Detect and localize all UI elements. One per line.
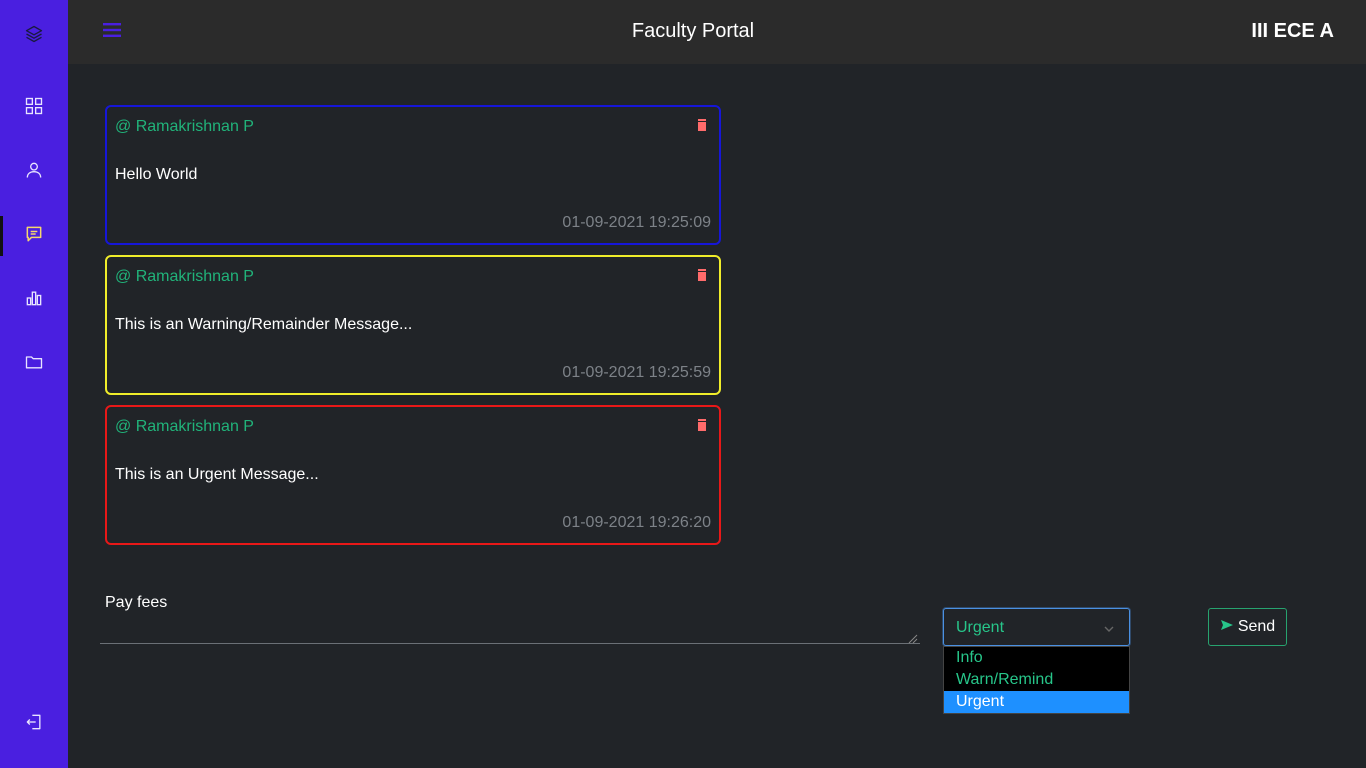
priority-option-urgent[interactable]: Urgent	[944, 691, 1129, 713]
message-timestamp: 01-09-2021 19:25:09	[562, 214, 711, 231]
priority-select[interactable]: Urgent	[943, 608, 1130, 646]
logout-button[interactable]	[0, 702, 68, 746]
message-author: @ Ramakrishnan P	[115, 118, 254, 135]
delete-button[interactable]	[696, 419, 708, 433]
class-label: III ECE A	[1251, 20, 1334, 42]
message-author: @ Ramakrishnan P	[115, 418, 254, 435]
folder-icon	[24, 352, 44, 377]
priority-select-value: Urgent	[956, 619, 1005, 636]
message-author: @ Ramakrishnan P	[115, 268, 254, 285]
priority-dropdown: Info Warn/Remind Urgent	[943, 646, 1130, 714]
trash-icon	[696, 269, 708, 287]
message-text: Hello World	[115, 166, 198, 183]
priority-option-warn[interactable]: Warn/Remind	[944, 669, 1129, 691]
delete-button[interactable]	[696, 269, 708, 283]
message-text: This is an Urgent Message...	[115, 466, 319, 483]
top-bar: Faculty Portal III ECE A	[68, 0, 1366, 64]
logout-icon	[24, 712, 44, 737]
message-card: @ Ramakrishnan P This is an Warning/Rema…	[105, 255, 721, 395]
sidebar-item-files[interactable]	[0, 342, 68, 386]
message-card: @ Ramakrishnan P Hello World 01-09-2021 …	[105, 105, 721, 245]
sidebar-item-stats[interactable]	[0, 278, 68, 322]
resize-grip-icon[interactable]	[908, 631, 918, 644]
message-icon	[24, 224, 44, 249]
delete-button[interactable]	[696, 119, 708, 133]
message-card: @ Ramakrishnan P This is an Urgent Messa…	[105, 405, 721, 545]
message-input[interactable]: Pay fees	[100, 586, 920, 644]
user-icon	[24, 160, 44, 185]
page-title: Faculty Portal	[631, 20, 755, 42]
grid-icon	[24, 96, 44, 121]
layers-icon	[24, 24, 44, 49]
sidebar	[0, 0, 68, 768]
sidebar-item-profile[interactable]	[0, 150, 68, 194]
priority-option-info[interactable]: Info	[944, 647, 1129, 669]
sidebar-item-messages[interactable]	[0, 214, 68, 258]
message-text: This is an Warning/Remainder Message...	[115, 316, 413, 333]
send-button-label: Send	[1237, 618, 1276, 635]
sidebar-item-dashboard[interactable]	[0, 86, 68, 130]
send-button[interactable]: Send	[1208, 608, 1287, 646]
message-timestamp: 01-09-2021 19:25:59	[562, 364, 711, 381]
bar-chart-icon	[24, 288, 44, 313]
send-icon	[1220, 618, 1234, 636]
sidebar-item-home[interactable]	[0, 14, 68, 58]
message-timestamp: 01-09-2021 19:26:20	[562, 514, 711, 531]
chevron-down-icon	[1103, 622, 1115, 634]
trash-icon	[696, 419, 708, 437]
trash-icon	[696, 119, 708, 137]
